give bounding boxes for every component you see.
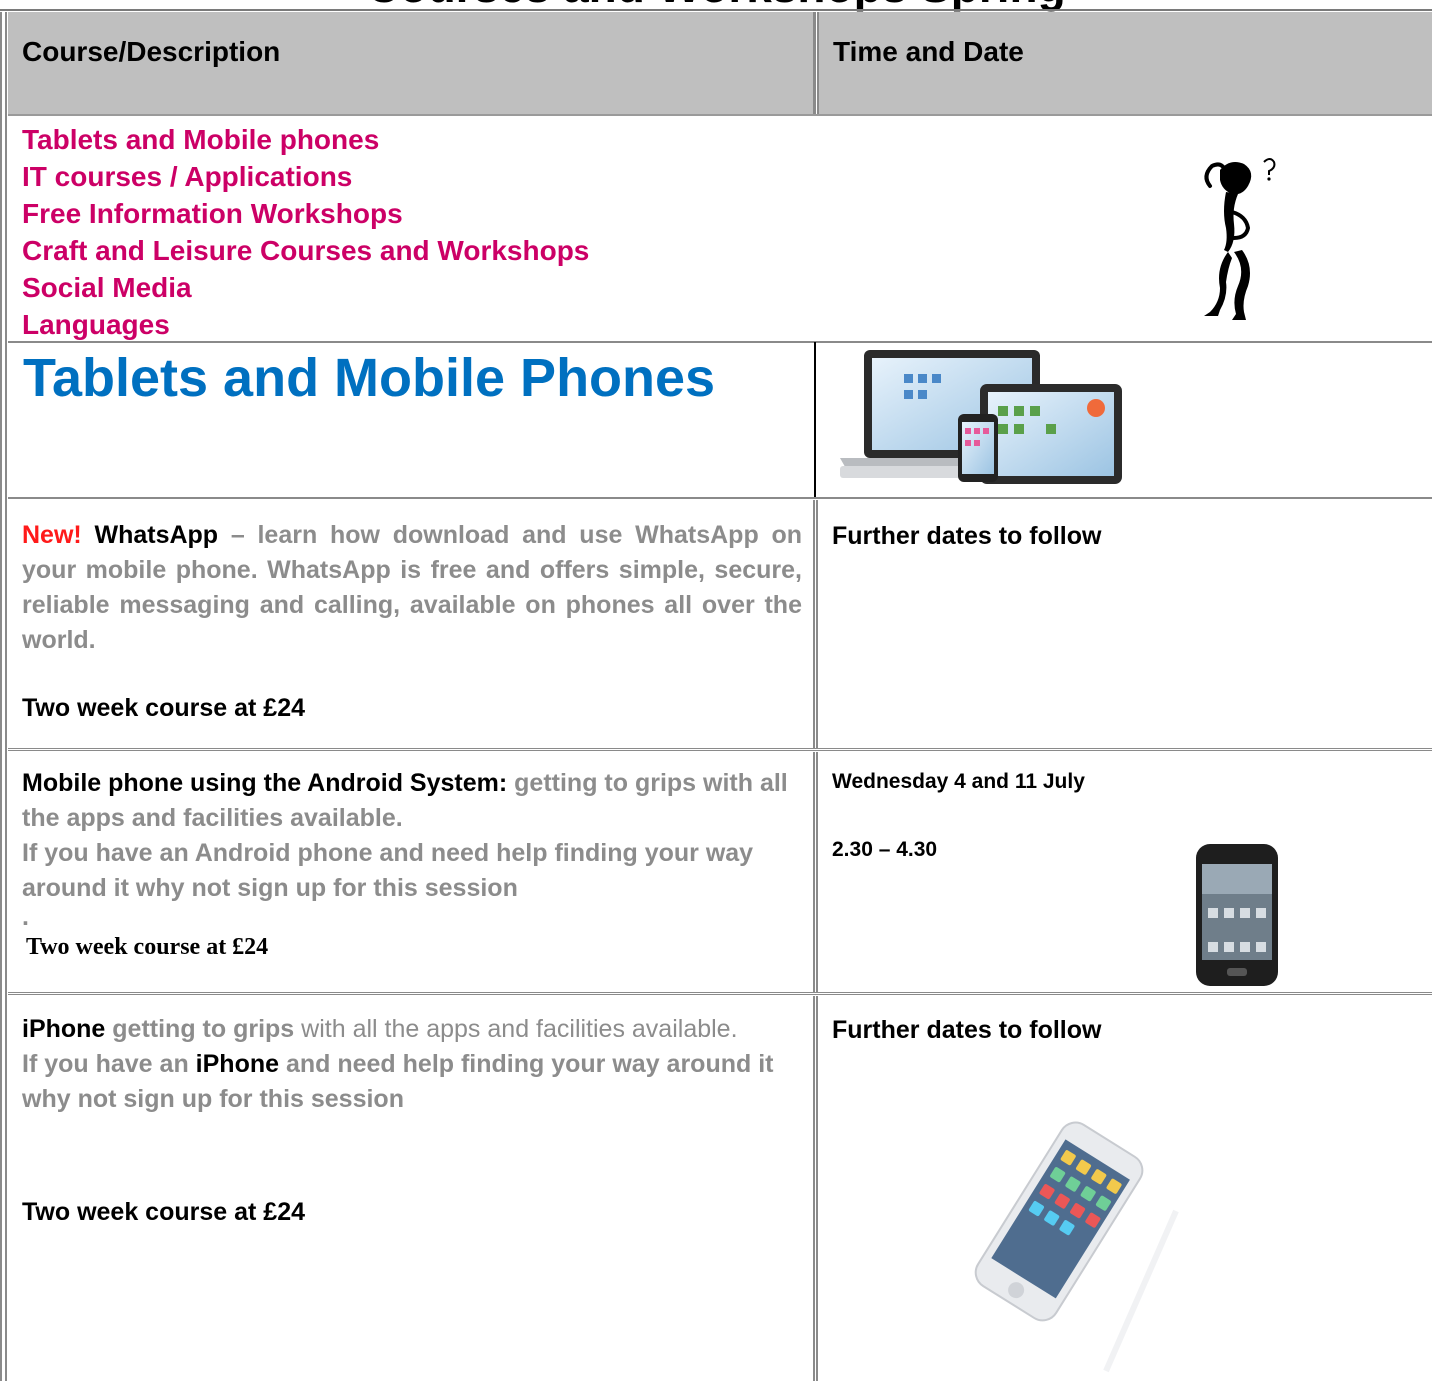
category-list: Tablets and Mobile phones IT courses / A… [22, 121, 589, 343]
section-title: Tablets and Mobile Phones [23, 348, 716, 408]
section-header-row: Tablets and Mobile Phones [8, 342, 1432, 499]
course-description: iPhone getting to grips with all the app… [22, 1015, 774, 1113]
category-link-languages[interactable]: Languages [22, 306, 589, 343]
course-name: iPhone [22, 1015, 106, 1043]
category-link-social-media[interactable]: Social Media [22, 269, 589, 306]
course-date: Wednesday 4 and 11 July [832, 770, 1085, 793]
course-name: Mobile phone using the Android System: [22, 769, 508, 797]
course-time: 2.30 – 4.30 [832, 838, 938, 861]
course-description: New! WhatsApp – learn how download and u… [22, 521, 802, 654]
course-description: Mobile phone using the Android System: g… [22, 766, 802, 931]
course-row-iphone: iPhone getting to grips with all the app… [8, 996, 1432, 1381]
category-link-free-workshops[interactable]: Free Information Workshops [22, 195, 589, 232]
iphone-image [974, 1121, 1179, 1373]
tablet-laptop-phone-image [840, 350, 1122, 484]
course-dates: Further dates to follow [832, 522, 1102, 550]
category-link-craft-leisure[interactable]: Craft and Leisure Courses and Workshops [22, 232, 589, 269]
course-dates: Further dates to follow [832, 1016, 1102, 1044]
course-detail-2: If you have an Android phone and need he… [22, 839, 754, 902]
android-phone-image [1196, 844, 1278, 986]
course-price: Two week course at £24 [26, 934, 269, 960]
course-price: Two week course at £24 [22, 694, 305, 722]
course-name: WhatsApp [94, 521, 219, 549]
header-course-label: Course/Description [22, 36, 281, 67]
page-left-border [0, 0, 8, 1381]
header-course-cell: Course/Description [8, 12, 816, 116]
course-row-whatsapp: New! WhatsApp – learn how download and u… [8, 500, 1432, 751]
page-title-strip: Courses and Workshops Spring [0, 0, 1432, 12]
stray-period: . [22, 903, 29, 931]
course-price: Two week course at £24 [22, 1198, 305, 1226]
category-link-tablets[interactable]: Tablets and Mobile phones [22, 121, 589, 158]
thinking-person-illustration [1204, 158, 1276, 320]
category-link-it-courses[interactable]: IT courses / Applications [22, 158, 589, 195]
category-row: Tablets and Mobile phones IT courses / A… [8, 114, 1432, 343]
course-row-android: Mobile phone using the Android System: g… [8, 752, 1432, 995]
header-time-cell: Time and Date [817, 12, 1432, 116]
new-badge: New! [22, 521, 82, 549]
header-time-label: Time and Date [833, 36, 1024, 67]
